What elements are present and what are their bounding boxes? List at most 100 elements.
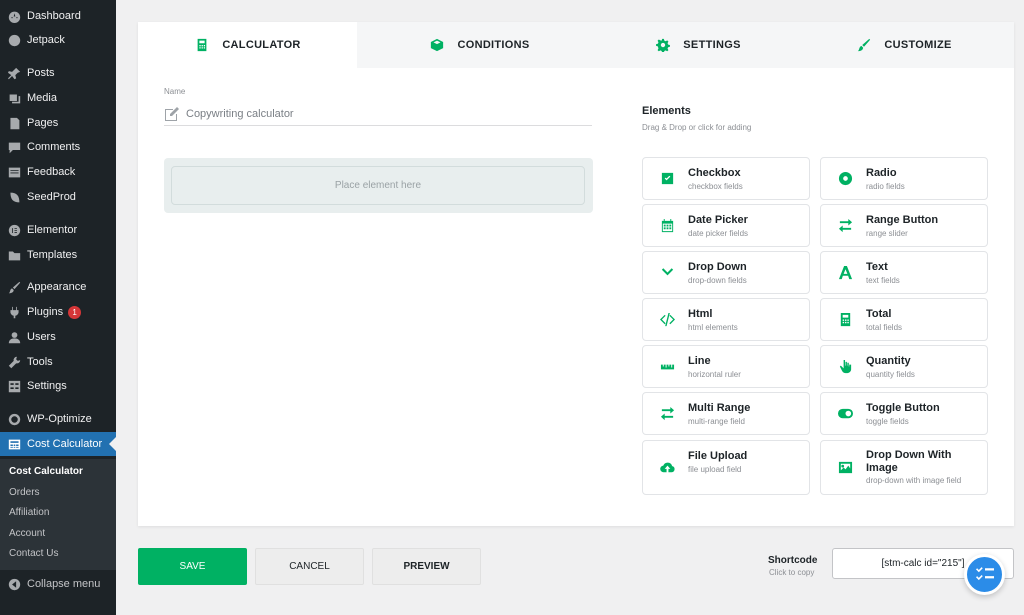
comments-icon (7, 140, 21, 154)
save-button[interactable]: SAVE (138, 548, 247, 585)
pin-icon (7, 66, 21, 80)
collapse-menu-label: Collapse menu (27, 578, 101, 590)
submenu-item-cost-calculator[interactable]: Cost Calculator (9, 466, 83, 477)
user-icon (7, 330, 21, 344)
sidebar-item-label: Media (27, 92, 57, 104)
admin-sidebar: Dashboard Jetpack Posts Media Pages Comm… (0, 0, 117, 615)
collapse-menu-button[interactable]: Collapse menu (0, 572, 116, 596)
sidebar-item-settings[interactable]: Settings (0, 374, 116, 398)
submenu-item-affiliation[interactable]: Affiliation (9, 507, 49, 518)
sidebar-item-comments[interactable]: Comments (0, 135, 116, 159)
element-range-button[interactable]: Range Button range slider (820, 204, 988, 247)
element-desc: range slider (866, 229, 908, 238)
sidebar-item-feedback[interactable]: Feedback (0, 160, 116, 184)
element-title: Date Picker (688, 214, 748, 226)
media-icon (7, 91, 21, 105)
element-date-picker[interactable]: Date Picker date picker fields (642, 204, 810, 247)
element-desc: toggle fields (866, 417, 909, 426)
calculator-drop-zone[interactable]: Place element here (164, 158, 593, 213)
hand-icon (837, 359, 853, 375)
sidebar-item-tools[interactable]: Tools (0, 350, 116, 374)
plug-icon (7, 305, 21, 319)
brush-icon (7, 280, 21, 294)
preview-button[interactable]: PREVIEW (372, 548, 481, 585)
element-quantity[interactable]: Quantity quantity fields (820, 345, 988, 388)
tab-calculator[interactable]: CALCULATOR (138, 22, 357, 68)
calculator-name-input[interactable]: Copywriting calculator (164, 102, 592, 126)
sidebar-item-label: Feedback (27, 166, 76, 178)
sidebar-item-users[interactable]: Users (0, 325, 116, 349)
element-line[interactable]: Line horizontal ruler (642, 345, 810, 388)
tab-conditions[interactable]: CONDITIONS (357, 22, 602, 68)
sidebar-item-appearance[interactable]: Appearance (0, 275, 116, 299)
element-file-upload[interactable]: File Upload file upload field (642, 440, 810, 495)
element-title: Drop Down (688, 261, 747, 273)
shortcode-hint: Click to copy (769, 568, 815, 577)
sidebar-item-wp-optimize[interactable]: WP-Optimize (0, 407, 116, 431)
cube-icon (429, 37, 445, 53)
sidebar-item-dashboard[interactable]: Dashboard (0, 4, 116, 28)
sidebar-item-label: Pages (27, 117, 59, 129)
element-drop-down[interactable]: Drop Down drop-down fields (642, 251, 810, 294)
elementor-icon (7, 223, 21, 237)
cloud-upload-icon (659, 460, 675, 476)
element-desc: total fields (866, 323, 903, 332)
pages-icon (7, 116, 21, 130)
sidebar-item-elementor[interactable]: Elementor (0, 218, 116, 242)
element-text[interactable]: Text text fields (820, 251, 988, 294)
element-title: Radio (866, 167, 897, 179)
sidebar-item-jetpack[interactable]: Jetpack (0, 28, 116, 52)
element-multi-range[interactable]: Multi Range multi-range field (642, 392, 810, 435)
arrows-icon (659, 406, 675, 422)
sidebar-item-label: Comments (27, 141, 81, 153)
tab-label: CUSTOMIZE (884, 39, 952, 51)
element-drop-down-with-image[interactable]: Drop Down With Image drop-down with imag… (820, 440, 988, 495)
tab-label: SETTINGS (683, 39, 741, 51)
submenu-item-account[interactable]: Account (9, 528, 45, 539)
calculator-builder-card: CALCULATOR CONDITIONS SETTINGS CUSTOMIZE… (138, 22, 1014, 526)
element-radio[interactable]: Radio radio fields (820, 157, 988, 200)
plugins-update-badge: 1 (68, 305, 82, 319)
element-desc: drop-down fields (688, 276, 747, 285)
submenu-item-orders[interactable]: Orders (9, 487, 40, 498)
submenu-item-contact-us[interactable]: Contact Us (9, 548, 58, 559)
element-title: Total (866, 308, 892, 320)
sidebar-item-posts[interactable]: Posts (0, 61, 116, 85)
feedback-icon (7, 165, 21, 179)
quick-tour-button[interactable] (964, 554, 1005, 595)
element-title: Html (688, 308, 713, 320)
sidebar-item-seedprod[interactable]: SeedProd (0, 185, 116, 209)
tab-customize[interactable]: CUSTOMIZE (794, 22, 1014, 68)
element-title: Quantity (866, 355, 911, 367)
code-icon (659, 312, 675, 328)
element-desc: file upload field (688, 465, 742, 474)
element-toggle-button[interactable]: Toggle Button toggle fields (820, 392, 988, 435)
tab-label: CONDITIONS (457, 39, 530, 51)
sidebar-item-cost-calculator[interactable]: Cost Calculator (0, 432, 117, 456)
cancel-button[interactable]: CANCEL (255, 548, 364, 585)
sidebar-item-label: Plugins (27, 306, 64, 318)
elements-subtitle: Drag & Drop or click for adding (642, 123, 752, 132)
sidebar-item-plugins[interactable]: Plugins 1 (0, 300, 116, 324)
dashboard-icon (7, 9, 21, 23)
text-icon (837, 265, 853, 281)
sidebar-item-label: Jetpack (27, 34, 65, 46)
tab-settings[interactable]: SETTINGS (602, 22, 794, 68)
element-checkbox[interactable]: Checkbox checkbox fields (642, 157, 810, 200)
tab-label: CALCULATOR (222, 39, 301, 51)
builder-tabs: CALCULATOR CONDITIONS SETTINGS CUSTOMIZE (138, 22, 1014, 68)
element-desc: horizontal ruler (688, 370, 741, 379)
element-total[interactable]: Total total fields (820, 298, 988, 341)
collapse-icon (7, 577, 21, 591)
sidebar-item-label: Templates (27, 249, 78, 261)
sidebar-item-label: Dashboard (27, 10, 81, 22)
calculator-name-value: Copywriting calculator (186, 107, 294, 120)
sidebar-item-media[interactable]: Media (0, 86, 116, 110)
element-desc: multi-range field (688, 417, 745, 426)
sidebar-item-pages[interactable]: Pages (0, 111, 116, 135)
element-html[interactable]: Html html elements (642, 298, 810, 341)
sidebar-item-templates[interactable]: Templates (0, 243, 116, 267)
element-desc: quantity fields (866, 370, 915, 379)
cost-calculator-submenu: Cost Calculator Orders Affiliation Accou… (0, 459, 116, 570)
brush-icon (856, 37, 872, 53)
